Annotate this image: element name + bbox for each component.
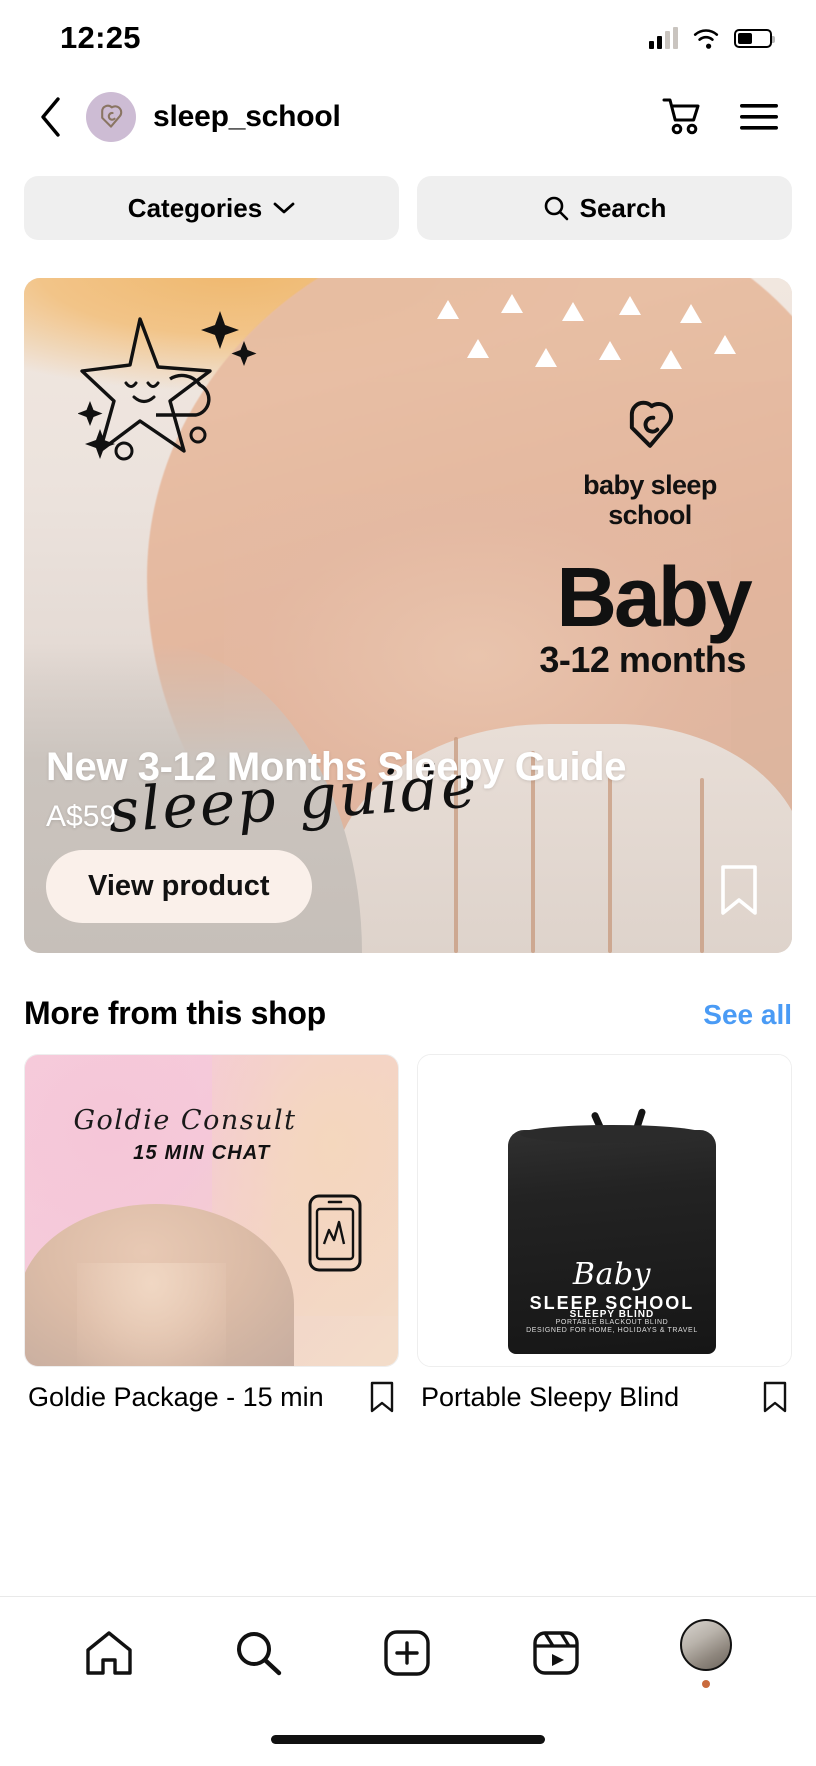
hero-save-button[interactable] (718, 864, 760, 921)
star-cloud-doodle-icon (77, 305, 293, 480)
home-icon (85, 1631, 132, 1675)
bookmark-icon (721, 865, 757, 915)
product-thumbnail[interactable]: Baby SLEEP SCHOOL SLEEPY BLIND PORTABLE … (417, 1054, 792, 1367)
product-card-footer: Portable Sleepy Blind (417, 1367, 792, 1413)
goldie-consult-subtitle: 15 MIN CHAT (133, 1142, 271, 1165)
see-all-link[interactable]: See all (703, 999, 792, 1031)
search-input[interactable]: Search (417, 176, 792, 240)
bookmark-icon[interactable] (369, 1381, 395, 1413)
search-icon (544, 196, 568, 221)
search-label: Search (579, 192, 667, 223)
hero-brand-logo: baby sleep school (562, 393, 739, 530)
product-card-goldie[interactable]: Goldie Consult 15 MIN CHAT Goldie Packag… (24, 1054, 399, 1413)
phone-doodle-icon (306, 1192, 364, 1279)
bookmark-icon[interactable] (762, 1381, 788, 1413)
reels-icon (533, 1631, 579, 1675)
bag-brand-script: Baby (572, 1257, 651, 1293)
bag-tagline-1: PORTABLE BLACKOUT BLIND (555, 1318, 669, 1326)
create-plus-icon (384, 1630, 430, 1676)
product-card-sleepy-blind[interactable]: Baby SLEEP SCHOOL SLEEPY BLIND PORTABLE … (417, 1054, 792, 1413)
back-chevron-icon (41, 97, 60, 137)
cart-button[interactable] (660, 96, 704, 138)
more-from-shop-header: More from this shop See all (0, 953, 816, 1032)
shopping-cart-icon (662, 98, 700, 135)
hero-age-range: 3-12 months (539, 639, 746, 681)
hamburger-menu-icon (740, 104, 778, 130)
view-product-button[interactable]: View product (46, 850, 312, 923)
confetti-triangles (423, 292, 761, 400)
notification-dot (702, 1679, 711, 1688)
status-time: 12:25 (60, 20, 141, 55)
nav-home[interactable] (84, 1629, 134, 1677)
wifi-icon (693, 29, 719, 49)
status-indicators (649, 27, 775, 49)
baby-photo-highlight (77, 1263, 227, 1366)
chevron-down-icon (273, 202, 295, 214)
bag-brand-logo: Baby SLEEP SCHOOL (508, 1257, 717, 1314)
nav-create[interactable] (382, 1629, 432, 1677)
nav-reels[interactable] (531, 1629, 581, 1677)
product-grid: Goldie Consult 15 MIN CHAT Goldie Packag… (0, 1032, 816, 1413)
bottom-navigation (0, 1596, 816, 1766)
menu-button[interactable] (738, 101, 780, 133)
hero-brand-line2: school (608, 499, 692, 530)
battery-icon (734, 28, 775, 48)
home-indicator (271, 1735, 545, 1744)
hero-product-title: New 3-12 Months Sleepy Guide (46, 744, 627, 789)
hero-product-card[interactable]: baby sleep school Baby 3-12 months sleep… (24, 278, 792, 953)
cellular-signal-icon (649, 27, 678, 49)
hero-brand-line1: baby sleep (583, 469, 717, 500)
product-card-footer: Goldie Package - 15 min (24, 1367, 399, 1413)
categories-dropdown[interactable]: Categories (24, 176, 399, 240)
hero-product-price: A$59 (46, 800, 117, 833)
nav-search[interactable] (233, 1629, 283, 1677)
blackout-blind-bag: Baby SLEEP SCHOOL SLEEPY BLIND PORTABLE … (507, 1124, 717, 1354)
status-bar: 12:25 (0, 0, 816, 76)
hero-overlay: New 3-12 Months Sleepy Guide A$59 View p… (24, 744, 792, 953)
product-label: Goldie Package - 15 min (28, 1381, 324, 1412)
bag-tagline-2: DESIGNED FOR HOME, HOLIDAYS & TRAVEL (526, 1326, 698, 1334)
product-label: Portable Sleepy Blind (421, 1381, 680, 1412)
section-title: More from this shop (24, 995, 326, 1031)
goldie-consult-script: Goldie Consult (73, 1104, 297, 1136)
heart-spiral-logo-icon (101, 104, 123, 128)
categories-label: Categories (127, 192, 263, 223)
search-icon (236, 1632, 281, 1676)
back-button[interactable] (24, 96, 76, 138)
hero-headline: Baby (556, 549, 752, 644)
profile-avatar-icon (680, 1618, 733, 1671)
avatar[interactable] (86, 92, 136, 142)
filter-bar: Categories Search (0, 158, 816, 240)
shop-header: sleep_school (0, 76, 816, 158)
page-title: sleep_school (153, 100, 341, 133)
nav-profile[interactable] (680, 1618, 733, 1688)
product-thumbnail[interactable]: Goldie Consult 15 MIN CHAT (24, 1054, 399, 1367)
heart-spiral-logo-icon (629, 400, 673, 448)
